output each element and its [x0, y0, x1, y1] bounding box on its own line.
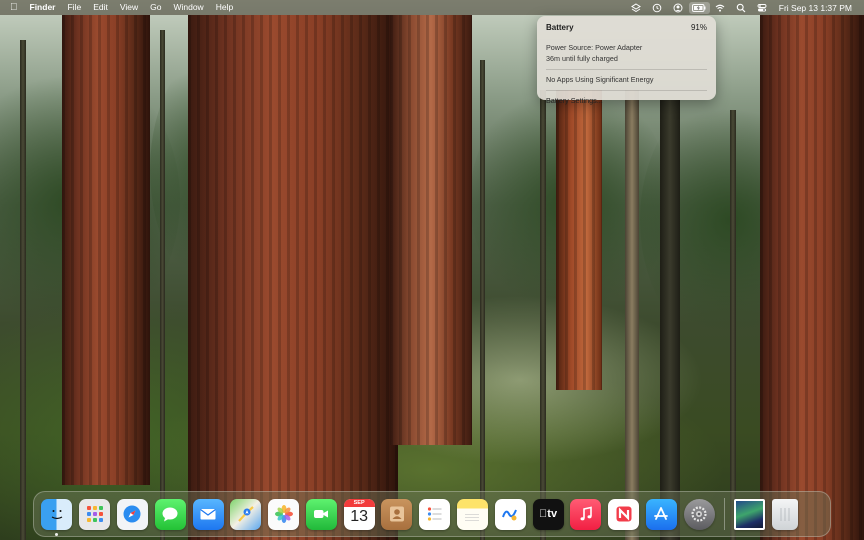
dock-launchpad-icon[interactable]: [79, 498, 111, 530]
power-source-label: Power Source: Power Adapter: [546, 43, 643, 52]
menu-edit[interactable]: Edit: [87, 0, 114, 15]
dock-reminders-icon[interactable]: [419, 498, 451, 530]
desktop-wallpaper: [0, 0, 864, 540]
dock-divider: [724, 498, 726, 530]
dock-messages-icon[interactable]: [154, 498, 186, 530]
dock-maps-icon[interactable]: [230, 498, 262, 530]
dock-photos-icon[interactable]: [268, 498, 300, 530]
battery-popover-title: Battery: [546, 23, 574, 32]
calendar-month-label: SEP: [343, 498, 375, 507]
menu-bar:  Finder File Edit View Go Window Help F…: [0, 0, 864, 15]
dock-calendar-icon[interactable]: SEP 13: [343, 498, 375, 530]
dropbox-icon[interactable]: [626, 0, 647, 15]
dock-music-icon[interactable]: [570, 498, 602, 530]
user-icon[interactable]: [668, 0, 689, 15]
tv-logo-label: tv: [539, 508, 557, 520]
battery-settings-button[interactable]: Battery Settings...: [546, 96, 707, 105]
dock-downloads-stack-icon[interactable]: [734, 498, 766, 530]
menu-clock[interactable]: Fri Sep 13 1:37 PM: [773, 3, 856, 13]
dock: SEP 13 tv: [33, 491, 831, 537]
dock-system-settings-icon[interactable]: [683, 498, 715, 530]
dock-freeform-icon[interactable]: [494, 498, 526, 530]
dock-news-icon[interactable]: [608, 498, 640, 530]
dock-mail-icon[interactable]: [192, 498, 224, 530]
energy-apps-status: No Apps Using Significant Energy: [546, 75, 654, 84]
time-machine-icon[interactable]: [647, 0, 668, 15]
menu-help[interactable]: Help: [210, 0, 239, 15]
menu-go[interactable]: Go: [144, 0, 167, 15]
dock-app-store-icon[interactable]: [645, 498, 677, 530]
finder-running-indicator: [55, 532, 59, 536]
dock-tv-icon[interactable]: tv: [532, 498, 564, 530]
dock-finder-icon[interactable]: [41, 498, 73, 536]
menu-window[interactable]: Window: [167, 0, 209, 15]
battery-charging-icon[interactable]: [688, 1, 710, 14]
menu-view[interactable]: View: [114, 0, 144, 15]
wifi-icon[interactable]: [710, 0, 731, 15]
control-center-icon[interactable]: [752, 0, 773, 15]
dock-notes-icon[interactable]: [456, 498, 488, 530]
dock-contacts-icon[interactable]: [381, 498, 413, 530]
dock-trash-icon[interactable]: [772, 498, 799, 530]
calendar-day-label: 13: [350, 507, 369, 525]
popover-divider: [546, 69, 707, 70]
dock-facetime-icon[interactable]: [305, 498, 337, 530]
battery-popover: Battery 91% Power Source: Power Adapter …: [537, 16, 716, 105]
charge-time-label: 36m until fully charged: [546, 54, 618, 63]
menu-file[interactable]: File: [61, 0, 87, 15]
menu-app-finder[interactable]: Finder: [24, 0, 62, 15]
popover-divider: [546, 90, 707, 91]
battery-percent: 91%: [690, 23, 707, 32]
apple-menu-icon[interactable]: : [8, 2, 24, 13]
spotlight-icon[interactable]: [731, 0, 752, 15]
dock-safari-icon[interactable]: [116, 498, 148, 530]
